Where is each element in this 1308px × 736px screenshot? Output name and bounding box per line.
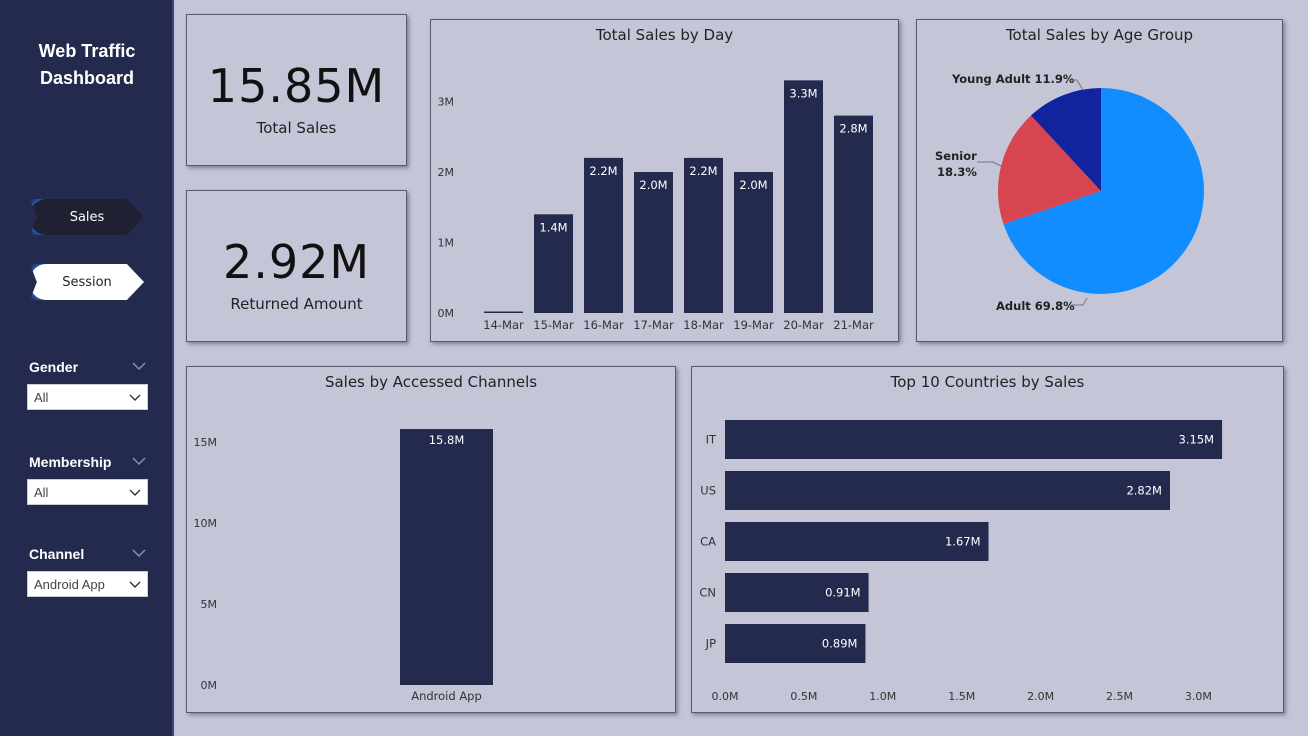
data-label: 2.82M [1126, 484, 1162, 498]
bar [784, 80, 823, 313]
sidebar: Web Traffic Dashboard Sales Session Gend… [0, 0, 174, 736]
sales-by-channel-chart: 0M 5M 10M 15M 15.8M Android App [194, 429, 493, 703]
returned-amount-card: 2.92M Returned Amount [186, 190, 407, 342]
bar [484, 311, 523, 313]
chevron-down-icon [129, 581, 141, 588]
data-label: 1.67M [945, 535, 981, 549]
bar [400, 429, 493, 685]
y-tick-label: 0M [438, 307, 455, 320]
data-label: 2.0M [739, 178, 767, 192]
x-tick-label: 2.0M [1027, 690, 1054, 703]
total-sales-value: 15.85M [207, 59, 386, 113]
session-nav-button[interactable]: Session [30, 264, 144, 300]
slice-label-adult: Adult 69.8% [996, 299, 1075, 313]
chevron-down-icon [129, 489, 141, 496]
data-label: 2.0M [639, 178, 667, 192]
sales-by-age-chart: Adult 69.8% Senior 18.3% Young Adult 11.9% [935, 72, 1204, 313]
bar [684, 157, 723, 313]
channel-filter-label: Channel [29, 546, 85, 562]
bar [734, 172, 773, 313]
chevron-down-icon[interactable] [132, 548, 146, 558]
gender-select[interactable]: All [27, 384, 148, 410]
y-tick-label: CN [699, 586, 716, 600]
sales-by-channel-card: Sales by Accessed Channels 0M 5M 10M 15M 15.… [186, 366, 676, 713]
x-tick-label: 14-Mar [483, 318, 524, 332]
slice-label-young-adult: Young Adult 11.9% [951, 72, 1075, 86]
x-tick-label: 19-Mar [733, 318, 774, 332]
x-tick-label: 18-Mar [683, 318, 724, 332]
y-tick-label: US [700, 484, 716, 498]
sales-by-age-card: Total Sales by Age Group Adult 69.8% Seni… [916, 19, 1283, 342]
data-label: 3.3M [789, 86, 817, 100]
leader-line [977, 161, 1002, 167]
gender-filter-label: Gender [29, 359, 79, 375]
bar [725, 471, 1170, 510]
y-tick-label: 3M [438, 96, 455, 109]
data-label: 1.4M [539, 220, 567, 234]
top-countries-card: Top 10 Countries by Sales IT 3.15M US 2.82M… [691, 366, 1284, 713]
y-tick-label: 0M [201, 679, 218, 692]
y-tick-label: 15M [194, 436, 218, 449]
y-tick-label: CA [700, 535, 716, 549]
data-label: 3.15M [1179, 433, 1215, 447]
gender-select-value: All [34, 390, 49, 405]
data-label: 2.2M [689, 164, 717, 178]
x-tick-label: 15-Mar [533, 318, 574, 332]
x-tick-label: Android App [411, 689, 482, 703]
y-tick-label: 10M [194, 517, 218, 530]
returned-amount-value: 2.92M [222, 235, 371, 289]
x-tick-label: 1.0M [869, 690, 896, 703]
data-label: 2.8M [839, 122, 867, 136]
bar [834, 115, 873, 313]
membership-select-value: All [34, 485, 49, 500]
bar [725, 420, 1223, 459]
data-label: 0.89M [822, 637, 858, 651]
x-tick-label: 1.5M [948, 690, 975, 703]
chevron-down-icon[interactable] [132, 456, 146, 466]
x-tick-label: 3.0M [1185, 690, 1212, 703]
total-sales-card: 15.85M Total Sales [186, 14, 407, 166]
x-tick-label: 2.5M [1106, 690, 1133, 703]
y-tick-label: IT [706, 433, 717, 447]
data-label: 0.91M [825, 586, 861, 600]
bar [634, 172, 673, 313]
data-label: 15.8M [429, 433, 465, 447]
data-label: 2.2M [589, 164, 617, 178]
app-title: Web Traffic Dashboard [38, 41, 136, 88]
x-tick-label: 0.0M [712, 690, 739, 703]
total-sales-label: Total Sales [256, 119, 337, 137]
x-tick-label: 17-Mar [633, 318, 674, 332]
sales-nav-button[interactable]: Sales [30, 199, 144, 235]
x-tick-label: 16-Mar [583, 318, 624, 332]
top-countries-chart: IT 3.15M US 2.82M CA 1.67M CN 0.91M JP 0.89M 0.0M 0… [699, 420, 1223, 703]
channel-select-value: Android App [34, 577, 105, 592]
x-tick-label: 20-Mar [783, 318, 824, 332]
slice-label-senior: Senior [935, 149, 977, 163]
y-tick-label: 2M [438, 166, 455, 179]
chevron-down-icon[interactable] [132, 361, 146, 371]
chevron-down-icon [129, 394, 141, 401]
sales-by-day-chart: 0M 1M 2M 3M 14-Mar 15-Mar 1.4M 16-Mar 2.2M 17-Mar… [438, 80, 874, 332]
x-tick-label: 21-Mar [833, 318, 874, 332]
x-tick-label: 0.5M [790, 690, 817, 703]
membership-filter-label: Membership [29, 454, 112, 470]
membership-select[interactable]: All [27, 479, 148, 505]
channel-select[interactable]: Android App [27, 571, 148, 597]
returned-amount-label: Returned Amount [230, 295, 363, 313]
bar [584, 157, 623, 313]
slice-label-senior-pct: 18.3% [937, 165, 977, 179]
y-tick-label: 1M [438, 237, 455, 250]
y-tick-label: JP [705, 637, 716, 651]
y-tick-label: 5M [201, 598, 218, 611]
sales-by-day-card: Total Sales by Day 0M 1M 2M 3M 14-Mar 15-Mar 1… [430, 19, 899, 342]
